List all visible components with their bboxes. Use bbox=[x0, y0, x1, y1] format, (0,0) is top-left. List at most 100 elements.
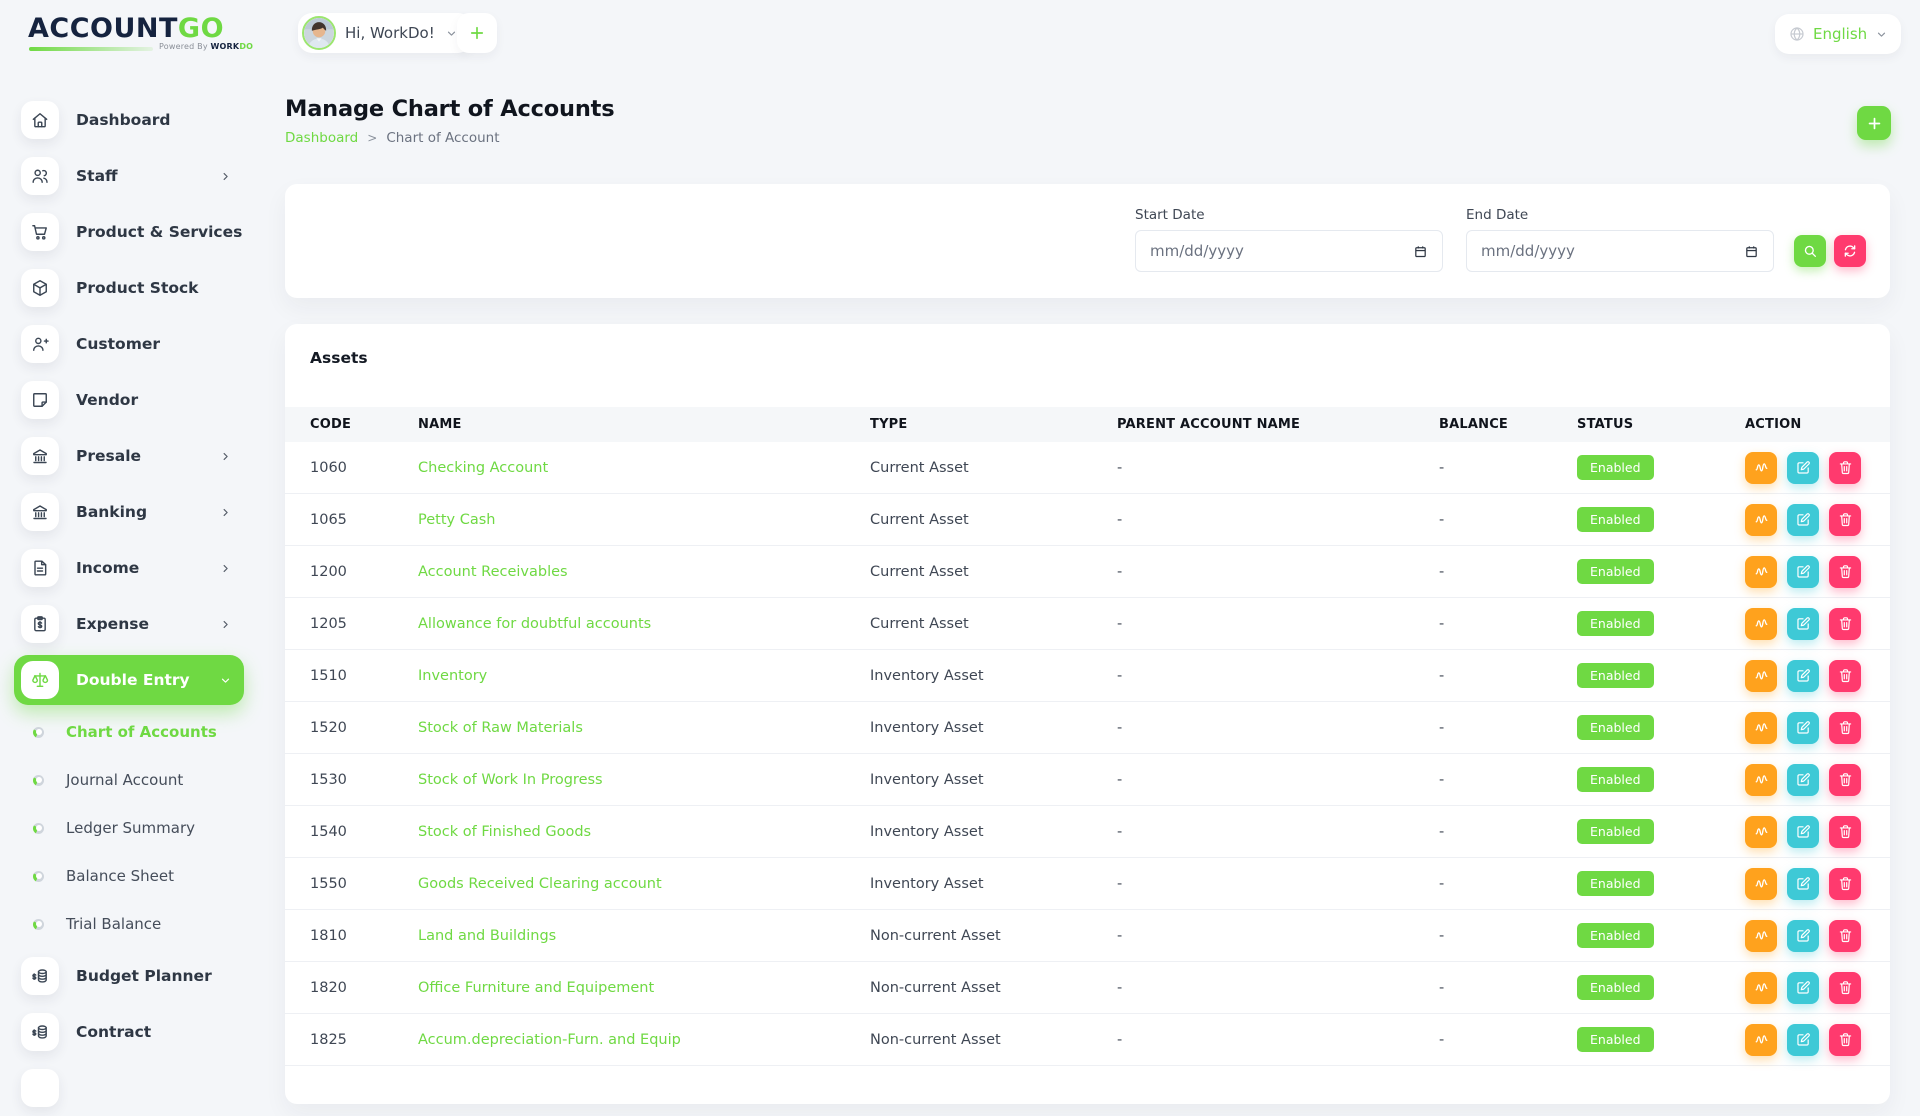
transactions-button[interactable] bbox=[1745, 816, 1777, 848]
delete-button[interactable] bbox=[1829, 660, 1861, 692]
icon-box bbox=[21, 213, 59, 251]
sidebar-item-banking[interactable]: Banking bbox=[0, 484, 256, 540]
create-account-button[interactable] bbox=[1857, 106, 1891, 140]
sidebar-item-double-entry[interactable]: Double Entry bbox=[0, 652, 256, 708]
search-button[interactable] bbox=[1794, 235, 1826, 267]
edit-button[interactable] bbox=[1787, 816, 1819, 848]
edit-button[interactable] bbox=[1787, 920, 1819, 952]
delete-button[interactable] bbox=[1829, 764, 1861, 796]
sidebar-item-customer[interactable]: Customer bbox=[0, 316, 256, 372]
account-name-link[interactable]: Office Furniture and Equipement bbox=[418, 980, 870, 996]
delete-button[interactable] bbox=[1829, 452, 1861, 484]
transactions-button[interactable] bbox=[1745, 920, 1777, 952]
delete-button[interactable] bbox=[1829, 504, 1861, 536]
account-name-link[interactable]: Goods Received Clearing account bbox=[418, 876, 870, 892]
edit-icon bbox=[1795, 459, 1812, 476]
sidebar-item-product-stock[interactable]: Product Stock bbox=[0, 260, 256, 316]
delete-button[interactable] bbox=[1829, 868, 1861, 900]
sidebar-item-vendor[interactable]: Vendor bbox=[0, 372, 256, 428]
account-name-link[interactable]: Account Receivables bbox=[418, 564, 870, 580]
transactions-button[interactable] bbox=[1745, 712, 1777, 744]
search-icon bbox=[1802, 243, 1818, 259]
transactions-button[interactable] bbox=[1745, 972, 1777, 1004]
start-date-input[interactable] bbox=[1135, 230, 1443, 272]
transactions-button[interactable] bbox=[1745, 1024, 1777, 1056]
status-badge: Enabled bbox=[1577, 611, 1654, 636]
user-menu[interactable]: Hi, WorkDo! bbox=[298, 13, 472, 53]
edit-button[interactable] bbox=[1787, 660, 1819, 692]
trash-icon bbox=[1837, 615, 1854, 632]
sidebar-subitem-journal-account[interactable]: Journal Account bbox=[0, 756, 256, 804]
balance-cell: - bbox=[1439, 720, 1577, 736]
code-cell: 1810 bbox=[310, 928, 418, 944]
sidebar-item-contract[interactable]: Contract bbox=[0, 1004, 256, 1060]
coins-icon bbox=[30, 966, 50, 986]
account-name-link[interactable]: Stock of Raw Materials bbox=[418, 720, 870, 736]
edit-button[interactable] bbox=[1787, 504, 1819, 536]
document-icon bbox=[30, 558, 50, 578]
sidebar-item-income[interactable]: Income bbox=[0, 540, 256, 596]
transactions-button[interactable] bbox=[1745, 660, 1777, 692]
edit-button[interactable] bbox=[1787, 972, 1819, 1004]
sidebar-item-dashboard[interactable]: Dashboard bbox=[0, 92, 256, 148]
code-cell: 1530 bbox=[310, 772, 418, 788]
parent-account-cell: - bbox=[1117, 460, 1439, 476]
wave-icon bbox=[1753, 667, 1770, 684]
delete-button[interactable] bbox=[1829, 920, 1861, 952]
delete-button[interactable] bbox=[1829, 712, 1861, 744]
account-name-link[interactable]: Inventory bbox=[418, 668, 870, 684]
table-row: 1205 Allowance for doubtful accounts Cur… bbox=[285, 598, 1890, 650]
code-cell: 1065 bbox=[310, 512, 418, 528]
sidebar-item-budget-planner[interactable]: Budget Planner bbox=[0, 948, 256, 1004]
delete-button[interactable] bbox=[1829, 556, 1861, 588]
delete-button[interactable] bbox=[1829, 816, 1861, 848]
account-name-link[interactable]: Accum.depreciation-Furn. and Equip bbox=[418, 1032, 870, 1048]
transactions-button[interactable] bbox=[1745, 608, 1777, 640]
chevron-right-icon bbox=[219, 506, 232, 519]
delete-button[interactable] bbox=[1829, 972, 1861, 1004]
transactions-button[interactable] bbox=[1745, 556, 1777, 588]
parent-account-cell: - bbox=[1117, 980, 1439, 996]
language-selector[interactable]: English bbox=[1775, 14, 1901, 54]
sidebar-item-product-services[interactable]: Product & Services bbox=[0, 204, 256, 260]
account-name-link[interactable]: Checking Account bbox=[418, 460, 870, 476]
sidebar-subitem-chart-of-accounts[interactable]: Chart of Accounts bbox=[0, 708, 256, 756]
transactions-button[interactable] bbox=[1745, 868, 1777, 900]
edit-button[interactable] bbox=[1787, 452, 1819, 484]
sidebar-item-partial[interactable] bbox=[0, 1060, 256, 1116]
edit-button[interactable] bbox=[1787, 712, 1819, 744]
account-name-link[interactable]: Allowance for doubtful accounts bbox=[418, 616, 870, 632]
breadcrumb-dashboard-link[interactable]: Dashboard bbox=[285, 130, 358, 146]
sidebar-subitem-balance-sheet[interactable]: Balance Sheet bbox=[0, 852, 256, 900]
edit-button[interactable] bbox=[1787, 764, 1819, 796]
icon-box bbox=[21, 493, 59, 531]
edit-button[interactable] bbox=[1787, 556, 1819, 588]
type-cell: Non-current Asset bbox=[870, 980, 1117, 996]
transactions-button[interactable] bbox=[1745, 452, 1777, 484]
account-name-link[interactable]: Petty Cash bbox=[418, 512, 870, 528]
transactions-button[interactable] bbox=[1745, 764, 1777, 796]
account-name-link[interactable]: Stock of Work In Progress bbox=[418, 772, 870, 788]
type-cell: Inventory Asset bbox=[870, 668, 1117, 684]
delete-button[interactable] bbox=[1829, 608, 1861, 640]
app-logo[interactable]: ACCOUNTGO Powered By WORKDO bbox=[28, 14, 248, 44]
sidebar-item-staff[interactable]: Staff bbox=[0, 148, 256, 204]
sidebar-item-presale[interactable]: Presale bbox=[0, 428, 256, 484]
type-cell: Non-current Asset bbox=[870, 1032, 1117, 1048]
sidebar-subitem-ledger-summary[interactable]: Ledger Summary bbox=[0, 804, 256, 852]
quick-add-button[interactable] bbox=[457, 13, 497, 53]
transactions-button[interactable] bbox=[1745, 504, 1777, 536]
sidebar-subitem-trial-balance[interactable]: Trial Balance bbox=[0, 900, 256, 948]
account-name-link[interactable]: Stock of Finished Goods bbox=[418, 824, 870, 840]
row-actions bbox=[1745, 608, 1870, 640]
delete-button[interactable] bbox=[1829, 1024, 1861, 1056]
sidebar-item-expense[interactable]: Expense bbox=[0, 596, 256, 652]
edit-button[interactable] bbox=[1787, 868, 1819, 900]
reset-button[interactable] bbox=[1834, 235, 1866, 267]
account-name-link[interactable]: Land and Buildings bbox=[418, 928, 870, 944]
edit-button[interactable] bbox=[1787, 1024, 1819, 1056]
edit-button[interactable] bbox=[1787, 608, 1819, 640]
bullet-icon bbox=[33, 919, 44, 930]
end-date-input[interactable] bbox=[1466, 230, 1774, 272]
status-badge: Enabled bbox=[1577, 819, 1654, 844]
